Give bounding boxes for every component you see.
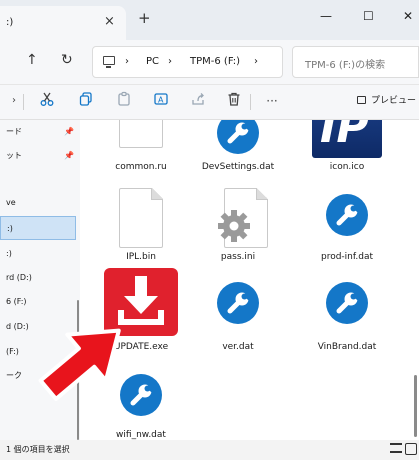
details-view-icon[interactable] [390,443,402,453]
sidebar-item-selected[interactable]: :) [0,216,76,240]
file-name: pass.ini [220,252,256,262]
pin-icon: 📌 [64,151,74,160]
share-icon[interactable] [188,91,208,111]
command-bar: › A ··· プレビュー [0,84,419,120]
address-row: ↑ ↻ › PC › TPM-6 (F:) › TPM-6 (F:)の検索 [0,40,419,84]
settings-file-icon [217,120,259,154]
search-placeholder: TPM-6 (F:)の検索 [305,60,386,71]
file-item[interactable]: ver.dat [192,266,284,366]
ip-logo-icon: IP [312,120,382,158]
tab-title: :) [6,17,14,28]
chevron-icon[interactable]: › [4,91,24,111]
document-icon [119,120,163,148]
maximize-button[interactable]: ☐ [363,9,374,23]
svg-text:A: A [158,96,164,105]
large-icons-view-icon[interactable] [405,443,417,455]
file-name: wifi_nw.dat [116,430,166,440]
sidebar-item-d-drive[interactable]: rd (D:) [0,266,76,290]
refresh-icon[interactable]: ↻ [61,52,73,68]
toolbar-divider [23,94,24,110]
more-options-icon[interactable]: ··· [262,91,282,111]
pin-icon: 📌 [64,127,74,136]
close-window-button[interactable]: ✕ [403,9,413,23]
file-view-scrollbar[interactable] [414,375,417,437]
delete-icon[interactable] [224,91,244,111]
toolbar-divider [250,94,251,110]
minimize-button[interactable]: — [320,9,332,23]
copy-icon[interactable] [76,91,96,111]
address-bar[interactable]: › PC › TPM-6 (F:) › [92,46,283,78]
sidebar-item-download[interactable]: ード 📌 [0,120,76,144]
tab-drive[interactable]: :) × [0,6,126,40]
rename-icon[interactable]: A [151,91,171,111]
file-name: icon.ico [329,162,365,172]
sidebar-item-volume[interactable]: :) [0,242,76,266]
file-name: VinBrand.dat [317,342,377,352]
crumb-separator: › [168,56,172,67]
sidebar-item-drive[interactable]: ve [0,191,76,215]
crumb-separator: › [254,56,258,67]
cut-icon[interactable] [37,91,57,111]
gear-icon [216,208,256,248]
tab-close-icon[interactable]: × [104,14,115,29]
file-name: IPL.bin [126,252,156,262]
paste-icon[interactable] [114,91,134,111]
crumb-drive[interactable]: TPM-6 (F:) [190,56,240,67]
file-name: prod-inf.dat [320,252,374,262]
preview-label: プレビュー [371,96,417,106]
file-name: common.ru [115,162,167,172]
crumb-pc[interactable]: PC [146,56,159,67]
preview-button[interactable]: プレビュー [357,93,416,106]
settings-file-icon [326,194,368,236]
settings-file-icon [326,282,368,324]
document-icon [119,188,163,248]
file-name: DevSettings.dat [201,162,275,172]
status-text: 1 個の項目を選択 [6,445,70,454]
status-bar: 1 個の項目を選択 [0,440,419,460]
new-tab-button[interactable]: + [138,11,151,26]
crumb-separator: › [125,56,129,67]
sidebar-item-document[interactable]: ット 📌 [0,144,76,168]
file-item[interactable]: VinBrand.dat [301,266,393,366]
file-name: ver.dat [222,342,254,352]
tab-strip: :) × + — ☐ ✕ [0,0,419,40]
search-input[interactable]: TPM-6 (F:)の検索 [292,46,419,78]
red-pointer-arrow [38,328,121,401]
preview-pane-icon [357,96,366,104]
up-icon[interactable]: ↑ [26,52,38,68]
pc-icon [103,56,115,68]
settings-file-icon [217,282,259,324]
